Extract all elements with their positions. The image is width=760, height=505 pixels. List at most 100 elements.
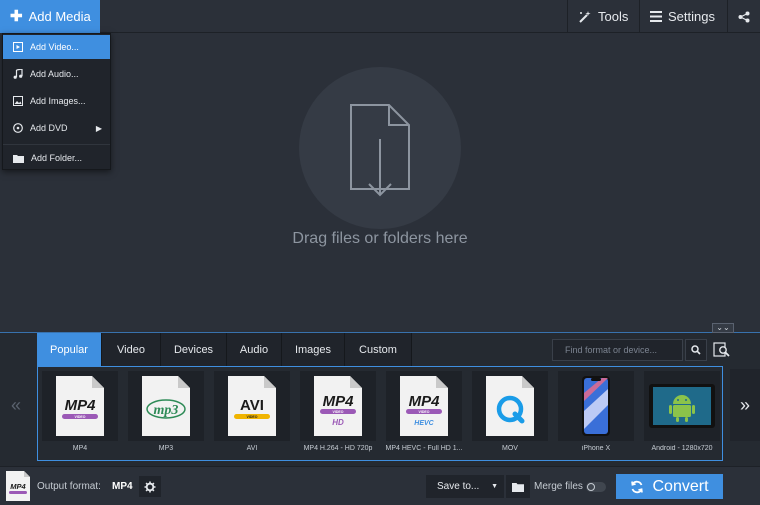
tab-popular[interactable]: Popular <box>37 333 102 366</box>
menu-item-add-audio[interactable]: Add Audio... <box>3 62 110 86</box>
plus-icon: ✚ <box>10 8 23 25</box>
svg-text:AVI: AVI <box>240 397 264 414</box>
quicktime-icon <box>486 376 534 436</box>
format-search-input[interactable]: Find format or device... <box>552 339 683 361</box>
menu-item-add-images[interactable]: Add Images... <box>3 89 110 113</box>
iphone-icon <box>582 376 610 436</box>
menu-item-label: Add Video... <box>30 42 79 52</box>
image-icon <box>13 96 23 106</box>
video-icon <box>13 42 23 52</box>
search-button[interactable] <box>685 339 707 361</box>
settings-label: Settings <box>668 9 715 24</box>
mp3-format-icon: mp3 <box>142 376 190 436</box>
toggle-knob <box>587 483 595 491</box>
add-media-button[interactable]: ✚ Add Media <box>0 0 100 33</box>
convert-label: Convert <box>652 477 709 495</box>
svg-text:VIDEO: VIDEO <box>247 415 258 419</box>
format-label: MP3 <box>158 445 174 452</box>
caret-down-icon: ▼ <box>491 483 498 490</box>
svg-text:MP4: MP4 <box>323 393 355 410</box>
format-item-mp4-hd[interactable]: MP4 VIDEO HD MP4 H.264 - HD 720p <box>300 371 376 457</box>
magic-wand-icon <box>579 10 591 23</box>
share-button[interactable] <box>727 0 760 33</box>
menu-item-label: Add Folder... <box>31 153 83 163</box>
output-format-icon: MP4 <box>6 471 30 501</box>
menu-divider <box>3 144 110 145</box>
format-label: MP4 <box>72 445 88 452</box>
add-media-menu: Add Video... Add Audio... Add Images... … <box>2 33 111 170</box>
menu-item-add-folder[interactable]: Add Folder... <box>3 146 110 170</box>
svg-text:MP4: MP4 <box>65 397 97 414</box>
format-item-mov[interactable]: MOV <box>472 371 548 457</box>
format-item-android[interactable]: Android - 1280x720 <box>644 371 720 457</box>
format-list: MP4 VIDEO MP4 mp3 MP3 AVI VIDEO AVI MP4 … <box>37 366 723 461</box>
folder-icon <box>512 482 524 492</box>
svg-text:VIDEO: VIDEO <box>419 410 430 414</box>
menu-item-add-dvd[interactable]: Add DVD ▶ <box>3 116 110 140</box>
format-label: AVI <box>246 445 258 452</box>
svg-text:mp3: mp3 <box>154 403 179 418</box>
add-media-label: Add Media <box>28 9 91 24</box>
avi-format-icon: AVI VIDEO <box>228 376 276 436</box>
tab-audio[interactable]: Audio <box>227 333 282 366</box>
share-icon <box>738 11 750 22</box>
open-folder-button[interactable] <box>506 475 530 498</box>
tools-button[interactable]: Tools <box>567 0 639 33</box>
format-label: iPhone X <box>581 445 611 452</box>
tab-custom[interactable]: Custom <box>345 333 412 366</box>
drop-hint: Drag files or folders here <box>292 230 468 247</box>
format-label: Android - 1280x720 <box>651 445 713 452</box>
format-label: MP4 H.264 - HD 720p <box>303 445 373 452</box>
tab-images[interactable]: Images <box>282 333 345 366</box>
music-note-icon <box>13 69 23 79</box>
svg-text:VIDEO: VIDEO <box>75 415 86 419</box>
refresh-icon <box>631 480 644 493</box>
convert-button[interactable]: Convert <box>616 474 723 499</box>
folder-icon <box>13 154 24 163</box>
format-item-mp4[interactable]: MP4 VIDEO MP4 <box>42 371 118 457</box>
svg-text:HEVC: HEVC <box>414 420 434 427</box>
tools-label: Tools <box>598 9 629 24</box>
merge-files-label: Merge files <box>534 481 583 492</box>
output-settings-button[interactable] <box>139 476 161 497</box>
drop-zone[interactable] <box>299 67 461 229</box>
device-search-icon <box>713 342 730 357</box>
format-item-avi[interactable]: AVI VIDEO AVI <box>214 371 290 457</box>
menu-item-label: Add Images... <box>30 96 86 106</box>
search-icon <box>691 345 701 355</box>
save-to-label: Save to... <box>437 481 480 492</box>
hamburger-icon <box>650 11 662 22</box>
menu-item-add-video[interactable]: Add Video... <box>3 35 110 59</box>
submenu-arrow-icon: ▶ <box>95 123 102 133</box>
gear-icon <box>144 481 156 492</box>
detect-device-button[interactable] <box>711 339 733 361</box>
save-to-dropdown[interactable]: Save to... ▼ <box>426 475 504 498</box>
merge-files-toggle[interactable] <box>586 482 606 492</box>
settings-button[interactable]: Settings <box>639 0 727 33</box>
tab-devices[interactable]: Devices <box>161 333 227 366</box>
svg-text:MP4: MP4 <box>10 482 26 491</box>
format-item-mp3[interactable]: mp3 MP3 <box>128 371 204 457</box>
output-format-label: Output format: <box>37 481 101 492</box>
output-format-value: MP4 <box>112 481 133 492</box>
mp4-hd-format-icon: MP4 VIDEO HD <box>314 376 362 436</box>
double-chevron-down-icon: ⌄⌄ <box>716 323 730 332</box>
svg-text:VIDEO: VIDEO <box>333 410 344 414</box>
format-tabs: Popular Video Devices Audio Images Custo… <box>37 333 412 366</box>
svg-text:MP4: MP4 <box>409 393 441 410</box>
mp4-hevc-format-icon: MP4 VIDEO HEVC <box>400 376 448 436</box>
format-label: MOV <box>502 445 518 452</box>
format-label: MP4 HEVC - Full HD 1... <box>385 445 463 452</box>
android-tablet-icon <box>649 384 715 428</box>
formats-prev-button[interactable]: « <box>0 369 32 441</box>
tab-video[interactable]: Video <box>102 333 161 366</box>
format-item-iphone-x[interactable]: iPhone X <box>558 371 634 457</box>
menu-item-label: Add Audio... <box>30 69 79 79</box>
svg-text:HD: HD <box>332 418 344 427</box>
disc-icon <box>13 123 23 133</box>
file-drop-icon <box>350 104 410 197</box>
menu-item-label: Add DVD <box>30 123 68 133</box>
format-item-mp4-hevc[interactable]: MP4 VIDEO HEVC MP4 HEVC - Full HD 1... <box>385 371 463 457</box>
collapse-panel-button[interactable]: ⌄⌄ <box>712 323 734 333</box>
formats-next-button[interactable]: » <box>730 369 760 441</box>
